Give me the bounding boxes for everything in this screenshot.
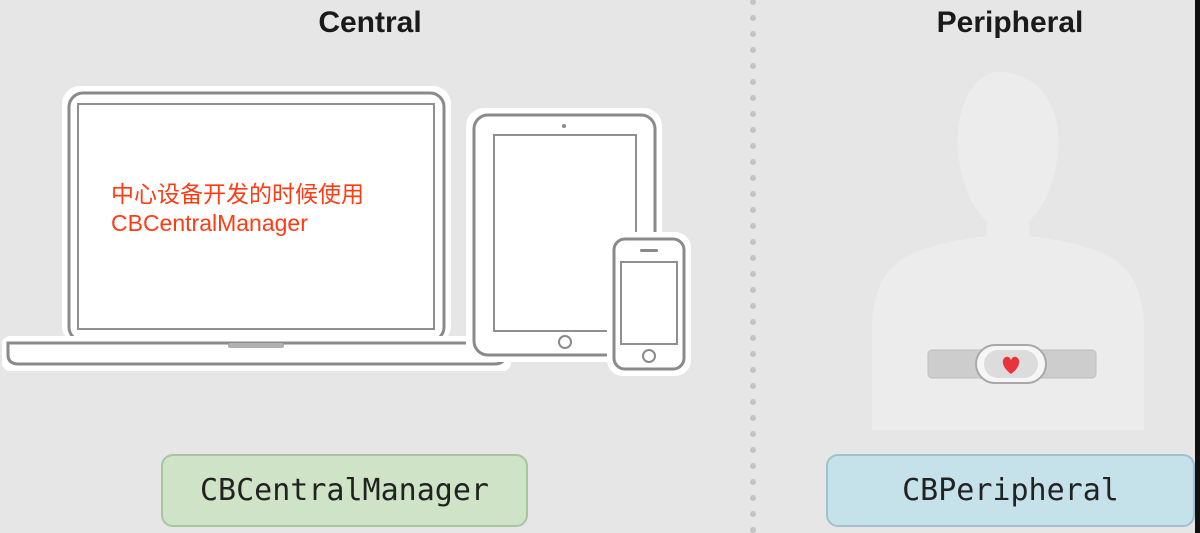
phone-icon [607, 232, 691, 376]
annotation-line-2: CBCentralManager [111, 210, 308, 236]
annotation-line-1: 中心设备开发的时候使用 [111, 181, 364, 207]
heart-rate-strap [927, 344, 1097, 384]
frame-edge [1195, 0, 1200, 533]
central-class-label: CBCentralManager [161, 454, 528, 527]
peripheral-class-label: CBPeripheral [826, 454, 1195, 527]
annotation-note: 中心设备开发的时候使用 CBCentralManager [111, 180, 431, 238]
diagram-canvas: Central Peripheral 中心设备开发的时候使用 CBCentral… [0, 0, 1200, 533]
